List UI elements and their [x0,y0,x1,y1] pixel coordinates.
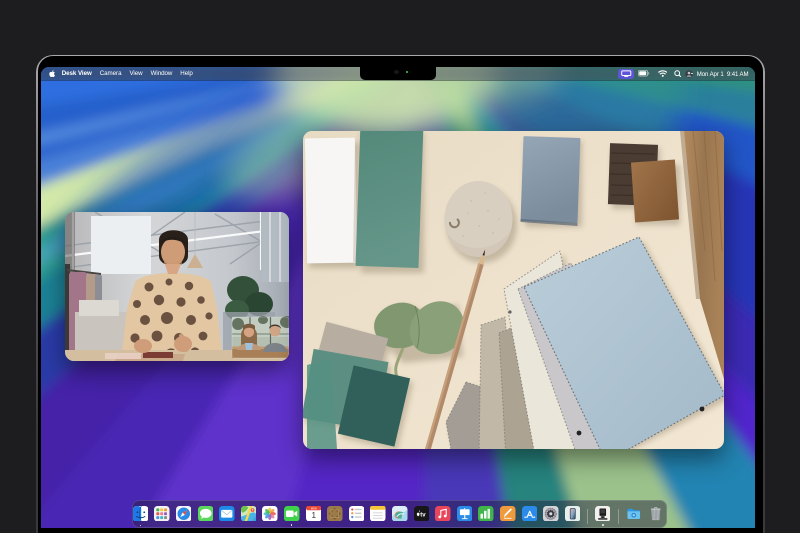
svg-text:MON: MON [310,507,316,510]
svg-text:1: 1 [311,511,316,520]
svg-text:tv: tv [420,512,426,518]
